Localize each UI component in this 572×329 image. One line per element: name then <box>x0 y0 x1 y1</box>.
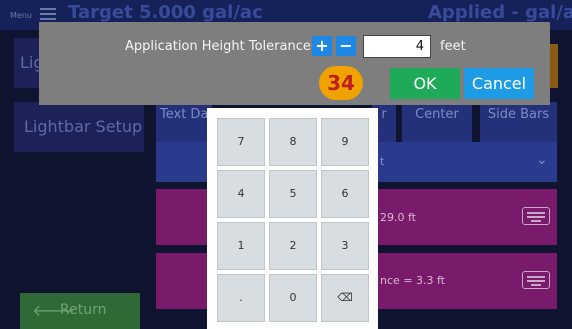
keypad-key-8[interactable]: 8 <box>269 118 317 166</box>
setting-row-text: nce = 3.3 ft <box>380 274 445 287</box>
keyboard-icon[interactable] <box>522 271 550 289</box>
hamburger-menu-icon[interactable] <box>40 8 56 20</box>
target-rate: Target 5.000 gal/ac <box>68 2 263 23</box>
dropdown-value: t <box>380 155 385 168</box>
unit-label: feet <box>440 39 466 54</box>
keyboard-icon[interactable] <box>522 207 550 225</box>
lightbar-setup-button[interactable]: Lightbar Setup <box>14 102 144 152</box>
keypad-key-decimal[interactable]: . <box>217 274 265 322</box>
keypad-key-7[interactable]: 7 <box>217 118 265 166</box>
keypad-key-6[interactable]: 6 <box>321 170 369 218</box>
dialog-label: Application Height Tolerance <box>125 39 311 54</box>
tolerance-input[interactable] <box>363 35 431 58</box>
lightbar-setup-label: Lightbar Setup <box>24 117 143 136</box>
keypad-key-4[interactable]: 4 <box>217 170 265 218</box>
applied-rate: Applied - gal/ac <box>428 2 572 23</box>
step-badge: 34 <box>319 66 363 100</box>
cancel-button[interactable]: Cancel <box>464 68 534 99</box>
keypad-key-2[interactable]: 2 <box>269 222 317 270</box>
return-button[interactable]: 🡐 Return <box>20 293 140 329</box>
decrement-button[interactable]: − <box>336 36 356 56</box>
numeric-keypad: 7 8 9 4 5 6 1 2 3 . 0 ⌫ <box>207 108 378 329</box>
keypad-key-5[interactable]: 5 <box>269 170 317 218</box>
chevron-down-icon[interactable]: ⌄ <box>536 152 548 168</box>
menu-label[interactable]: Menu <box>10 11 32 20</box>
keypad-key-9[interactable]: 9 <box>321 118 369 166</box>
ok-button[interactable]: OK <box>390 68 460 99</box>
keypad-key-0[interactable]: 0 <box>269 274 317 322</box>
keypad-key-3[interactable]: 3 <box>321 222 369 270</box>
backspace-icon[interactable]: ⌫ <box>321 274 369 322</box>
increment-button[interactable]: + <box>312 36 332 56</box>
keypad-key-1[interactable]: 1 <box>217 222 265 270</box>
setting-row-text: 29.0 ft <box>380 211 416 224</box>
return-label: Return <box>60 302 107 318</box>
